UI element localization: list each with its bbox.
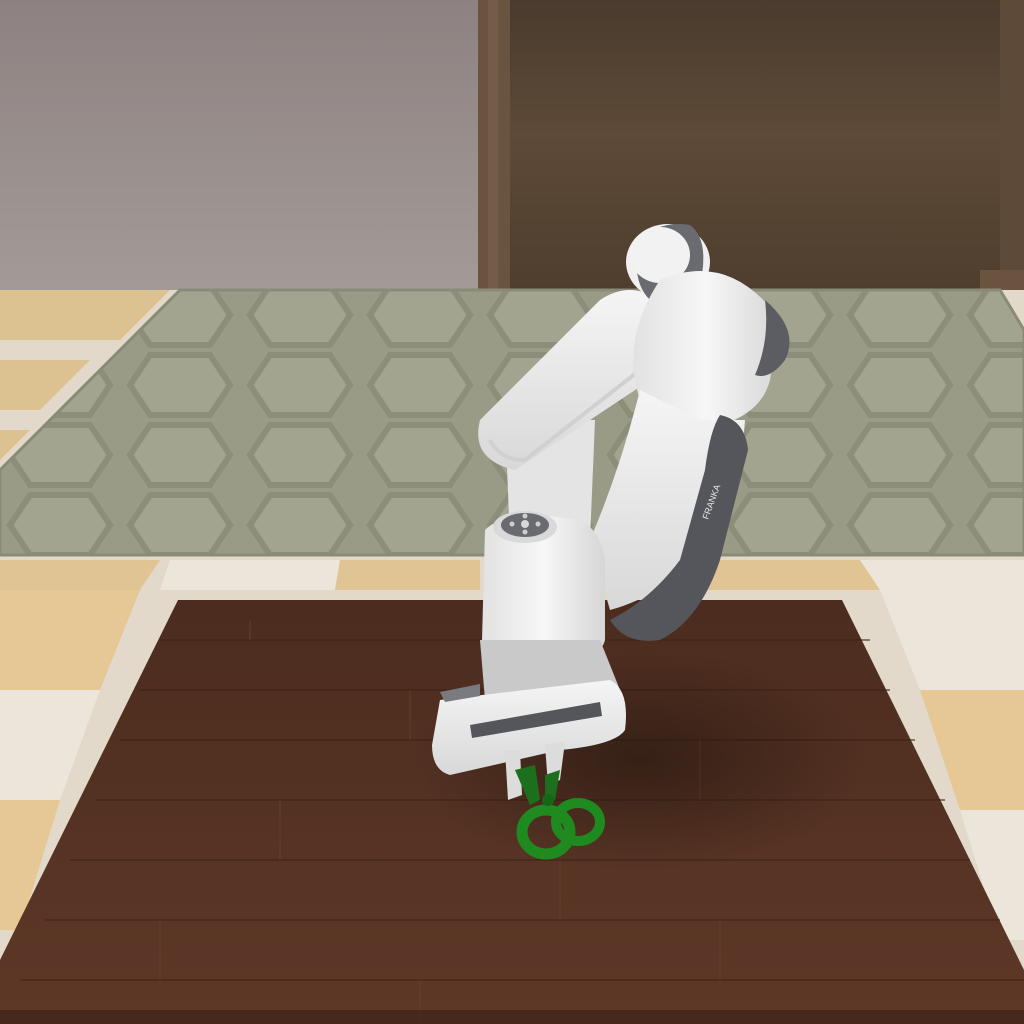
simulation-scene: FRANKA xyxy=(0,0,1024,1024)
pilot-buttons xyxy=(501,513,549,537)
scene-render: FRANKA xyxy=(0,0,1024,1024)
